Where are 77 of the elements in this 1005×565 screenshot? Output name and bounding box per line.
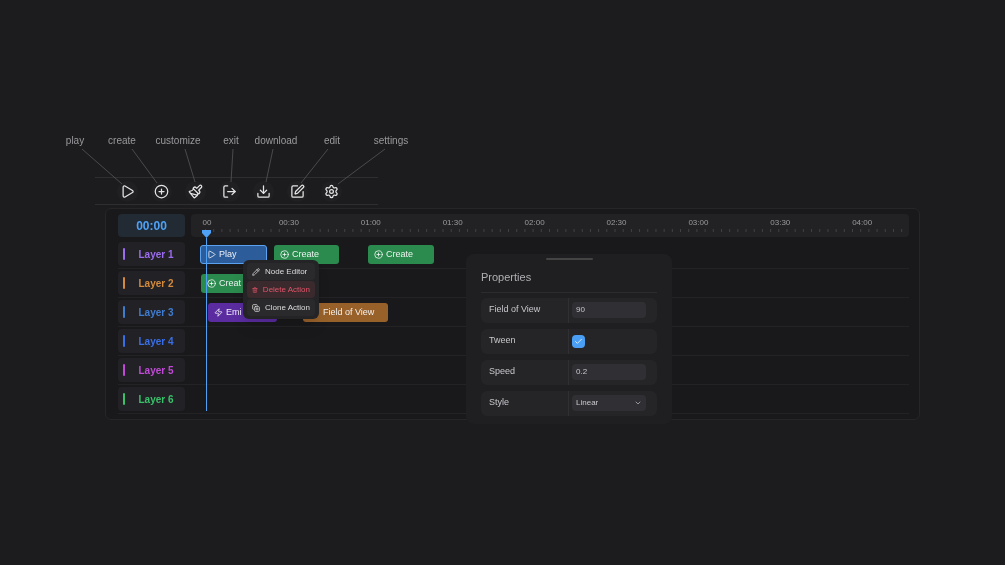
play-icon	[120, 183, 135, 199]
menu-item[interactable]: Delete Action	[247, 281, 315, 298]
annotation-label: download	[254, 134, 298, 148]
download-icon	[256, 183, 271, 199]
time-display: 00:00	[118, 214, 185, 237]
annotation-label: customize	[155, 134, 201, 148]
layer-label[interactable]: Layer 4	[118, 329, 185, 353]
layer-name: Layer 1	[137, 247, 175, 262]
leader-line	[131, 148, 158, 184]
layer-name: Layer 6	[137, 392, 175, 407]
plus-circle-icon	[154, 183, 169, 199]
ruler-label: 03:00	[688, 217, 709, 229]
annotation-label: create	[108, 134, 136, 148]
layer-label[interactable]: Layer 6	[118, 387, 185, 411]
customize-tool-button[interactable]	[185, 180, 206, 202]
leader-line	[337, 148, 386, 185]
ruler-label: 02:30	[606, 217, 627, 229]
property-label: Tween	[481, 328, 569, 354]
play-icon	[207, 250, 216, 259]
ruler-label: 01:00	[360, 217, 381, 229]
property-label: Field of View	[481, 297, 569, 323]
menu-item[interactable]: Clone Action	[247, 299, 315, 316]
timeline-clip[interactable]: Create	[368, 245, 434, 264]
plus-circle-icon	[280, 250, 289, 259]
layer-name: Layer 3	[137, 305, 175, 320]
panel-title: Properties	[481, 269, 657, 293]
check-icon	[574, 336, 583, 346]
ruler-label: 04:00	[852, 217, 873, 229]
timeline-clip[interactable]: Play	[200, 245, 267, 264]
lightning-icon	[214, 308, 223, 317]
annotation-label: settings	[373, 134, 409, 148]
exit-tool-button[interactable]	[219, 180, 240, 202]
menu-item[interactable]: Node Editor	[247, 263, 315, 280]
leader-line	[300, 148, 329, 184]
layer-label[interactable]: Layer 2	[118, 271, 185, 295]
layer-label[interactable]: Layer 3	[118, 300, 185, 324]
trash-icon	[252, 285, 258, 294]
layer-label[interactable]: Layer 1	[118, 242, 185, 266]
create-tool-button[interactable]	[151, 180, 172, 202]
annotation-label: exit	[223, 134, 239, 148]
property-label: Speed	[481, 359, 569, 385]
play-tool-button[interactable]	[117, 180, 138, 202]
layer-label[interactable]: Layer 5	[118, 358, 185, 382]
ruler-label: 00	[202, 217, 212, 229]
download-tool-button[interactable]	[253, 180, 274, 202]
copy-icon	[252, 303, 260, 312]
brush-icon	[188, 183, 203, 199]
layer-name: Layer 4	[137, 334, 175, 349]
annotation-label: edit	[323, 134, 341, 148]
property-label: Style	[481, 390, 569, 416]
drag-handle[interactable]	[545, 258, 593, 260]
plus-circle-icon	[374, 250, 383, 259]
text-field[interactable]: 0.2	[572, 364, 646, 380]
select-field[interactable]: Linear	[572, 395, 646, 411]
ruler-label: 02:00	[524, 217, 545, 229]
annotation-label: play	[65, 134, 85, 148]
dropdown-icon	[634, 399, 642, 407]
edit-tool-button[interactable]	[287, 180, 308, 202]
playhead[interactable]	[202, 230, 211, 411]
playhead-marker-icon	[202, 230, 211, 238]
settings-tool-button[interactable]	[321, 180, 342, 202]
layer-name: Layer 2	[137, 276, 175, 291]
exit-icon	[222, 183, 237, 199]
ruler-label: 03:30	[770, 217, 791, 229]
checkbox[interactable]	[572, 334, 585, 348]
leader-line	[184, 148, 196, 183]
edit-icon	[290, 183, 305, 199]
settings-icon	[324, 183, 339, 199]
text-field[interactable]: 90	[572, 302, 646, 318]
leader-line	[265, 148, 274, 183]
ruler-label: 01:30	[442, 217, 463, 229]
layer-name: Layer 5	[137, 363, 175, 378]
leader-line	[230, 148, 234, 183]
ruler-label: 00:30	[278, 217, 299, 229]
leader-line	[81, 148, 123, 185]
pencil-icon	[252, 267, 260, 276]
plus-circle-icon	[207, 279, 216, 288]
